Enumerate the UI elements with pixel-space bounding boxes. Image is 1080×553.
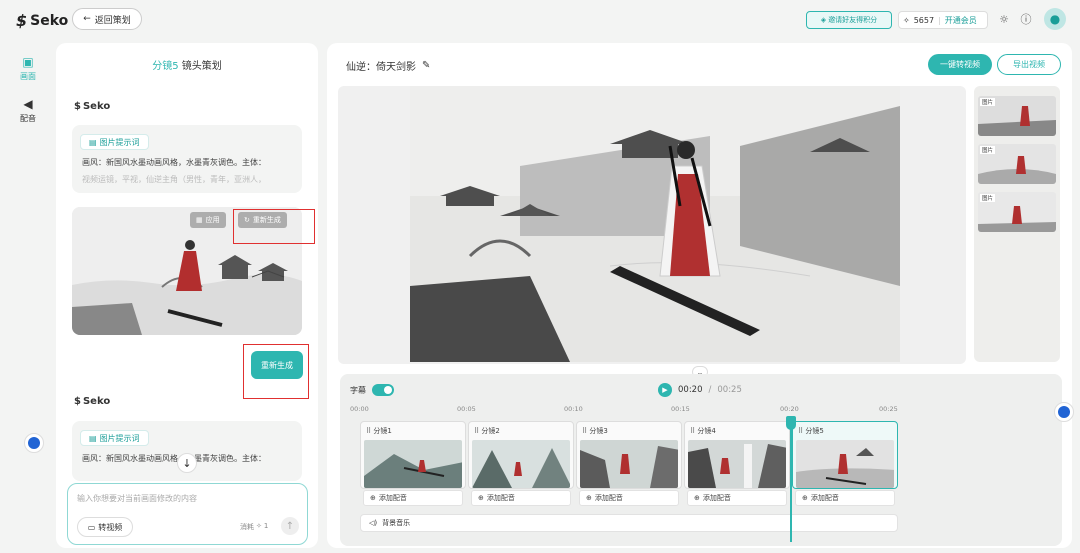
image-icon: ▣ xyxy=(22,54,34,69)
plus-circle-icon: ⊕ xyxy=(370,494,376,502)
prompt-text-faded: 视频运镜，平视，仙逆主角（男性，青年，亚洲人， xyxy=(82,175,266,184)
message-author: $ Seko xyxy=(74,396,111,407)
user-icon: ● xyxy=(1049,12,1061,26)
ruler-tick: 00:10 xyxy=(564,405,583,413)
credits-box[interactable]: ✧ 5657 | 开通会员 xyxy=(898,11,988,29)
scroll-down-button[interactable]: ↓ xyxy=(177,453,197,473)
clip-label: ⠿ 分镜2 xyxy=(474,427,500,435)
clip-label: ⠿ 分镜1 xyxy=(366,427,392,435)
ruler-tick: 00:05 xyxy=(457,405,476,413)
ruler-tick: 00:20 xyxy=(780,405,799,413)
clip-label: ⠿ 分镜3 xyxy=(582,427,608,435)
speaker-icon: ◁) xyxy=(369,519,378,527)
plus-circle-icon: ⊕ xyxy=(694,494,700,502)
prompt-card: ▤ 图片提示词 画风：新国风水墨动画风格，水墨青灰调色。主体： 视频运镜，平视，… xyxy=(72,125,302,193)
arrow-left-icon: ← xyxy=(83,14,91,24)
timeline-clip[interactable]: ⠿ 分镜3 xyxy=(576,421,682,489)
image-icon: ▤ xyxy=(89,433,97,443)
time-ruler[interactable]: 00:00 00:05 00:10 00:15 00:20 00:25 xyxy=(350,404,898,416)
side-nav: ▣ 画面 ◀ 配音 xyxy=(10,50,46,128)
image-prompt-tag[interactable]: ▤ 图片提示词 xyxy=(80,430,149,446)
shot-thumb[interactable]: 图片 xyxy=(978,144,1056,184)
add-voice-button[interactable]: ⊕ 添加配音 xyxy=(795,490,895,506)
image-icon: ▤ xyxy=(89,137,97,147)
export-video-button[interactable]: 导出视频 xyxy=(997,54,1061,75)
app-logo[interactable]: $ Seko xyxy=(16,11,68,30)
main-preview-image xyxy=(410,86,900,362)
add-voice-button[interactable]: ⊕ 添加配音 xyxy=(687,490,787,506)
add-voice-button[interactable]: ⊕ 添加配音 xyxy=(363,490,463,506)
sparkle-icon: ✧ xyxy=(256,522,262,530)
assistant-icon xyxy=(28,437,40,449)
clip-label: ⠿ 分镜5 xyxy=(798,427,824,435)
highlight-box xyxy=(233,209,315,244)
plus-circle-icon: ⊕ xyxy=(586,494,592,502)
ruler-tick: 00:25 xyxy=(879,405,898,413)
nav-item-image[interactable]: ▣ 画面 xyxy=(10,50,46,86)
grid-icon: ▦ xyxy=(196,216,203,224)
timeline-clip[interactable]: ⠿ 分镜4 xyxy=(684,421,790,489)
playhead[interactable] xyxy=(790,416,792,542)
plus-circle-icon: ⊕ xyxy=(478,494,484,502)
edit-pencil-icon[interactable]: ✎ xyxy=(422,60,430,71)
project-title: 仙逆：倚天剑影 ✎ xyxy=(346,60,431,73)
ruler-tick: 00:15 xyxy=(671,405,690,413)
cost-label: 消耗 ✧ 1 xyxy=(240,522,269,531)
ruler-tick: 00:00 xyxy=(350,405,369,413)
play-button[interactable]: ▶ xyxy=(658,383,672,397)
background-music-track[interactable]: ◁) 背景音乐 xyxy=(360,514,898,532)
plus-circle-icon: ⊕ xyxy=(802,494,808,502)
assistant-float-button[interactable] xyxy=(1054,402,1074,422)
panel-title: 分镜5 镜头策划 xyxy=(152,61,222,72)
shot-planning-panel: 分镜5 镜头策划 $ Seko ▤ 图片提示词 画风：新国风水墨动画风格，水墨青… xyxy=(56,43,318,548)
video-icon: ▭ xyxy=(87,522,96,532)
logo-icon: $ xyxy=(16,11,28,30)
message-author: $ Seko xyxy=(74,101,111,112)
send-button[interactable]: ↑ xyxy=(281,517,299,535)
edit-input[interactable]: 输入你想要对当前画面修改的内容 xyxy=(77,493,297,504)
add-voice-button[interactable]: ⊕ 添加配音 xyxy=(471,490,571,506)
prompt-text: 画风：新国风水墨动画风格，水墨青灰调色。主体： xyxy=(82,158,266,167)
add-voice-button[interactable]: ⊕ 添加配音 xyxy=(579,490,679,506)
top-bar: $ Seko ← 返回策划 ◈ 邀请好友得积分 ✧ 5657 | 开通会员 ☼ … xyxy=(0,0,1080,38)
speaker-icon: ◀ xyxy=(23,96,33,111)
apply-chip[interactable]: ▦ 应用 xyxy=(190,212,226,228)
logo-icon: $ xyxy=(74,101,81,112)
subtitle-toggle[interactable] xyxy=(372,384,394,396)
ink-city-scene xyxy=(410,86,900,362)
arrow-down-icon: ↓ xyxy=(182,456,192,470)
invite-friends-button[interactable]: ◈ 邀请好友得积分 xyxy=(806,11,892,29)
one-click-to-video-button[interactable]: 一键转视频 xyxy=(928,54,992,75)
shot-thumbnails: 图片 图片 图片 xyxy=(974,86,1060,362)
play-icon: ▶ xyxy=(662,386,668,394)
timeline-clip[interactable]: ⠿ 分镜2 xyxy=(468,421,574,489)
sparkle-icon: ✧ xyxy=(903,15,910,25)
timeline-clip-active[interactable]: ⠿ 分镜5 xyxy=(792,421,898,489)
shot-thumb[interactable]: 图片 xyxy=(978,192,1056,232)
avatar[interactable]: ● xyxy=(1044,8,1066,30)
to-video-button[interactable]: ▭ 转视频 xyxy=(77,517,133,537)
assistant-float-button[interactable] xyxy=(24,433,44,453)
image-prompt-tag[interactable]: ▤ 图片提示词 xyxy=(80,134,149,150)
edit-input-box[interactable]: 输入你想要对当前画面修改的内容 ▭ 转视频 消耗 ✧ 1 ↑ xyxy=(67,483,308,545)
assistant-icon xyxy=(1058,406,1070,418)
nav-item-voice[interactable]: ◀ 配音 xyxy=(10,92,46,128)
vip-link[interactable]: 开通会员 xyxy=(945,15,977,26)
divider: | xyxy=(938,15,941,25)
back-button[interactable]: ← 返回策划 xyxy=(72,8,142,30)
shot-thumb[interactable]: 图片 xyxy=(978,96,1056,136)
subtitle-toggle-row: 字幕 xyxy=(350,384,394,396)
playback-controls: ▶ 00:20 / 00:25 xyxy=(658,383,742,397)
timeline-clip[interactable]: ⠿ 分镜1 xyxy=(360,421,466,489)
gem-icon: ◈ xyxy=(820,16,827,24)
clip-label: ⠿ 分镜4 xyxy=(690,427,716,435)
logo-icon: $ xyxy=(74,396,81,407)
regenerate-button[interactable]: 重新生成 xyxy=(251,351,303,379)
theme-sun-icon[interactable]: ☼ xyxy=(996,11,1012,27)
help-icon[interactable]: ⓘ xyxy=(1018,11,1034,27)
arrow-up-icon: ↑ xyxy=(285,520,295,532)
playhead-handle[interactable] xyxy=(786,416,796,430)
